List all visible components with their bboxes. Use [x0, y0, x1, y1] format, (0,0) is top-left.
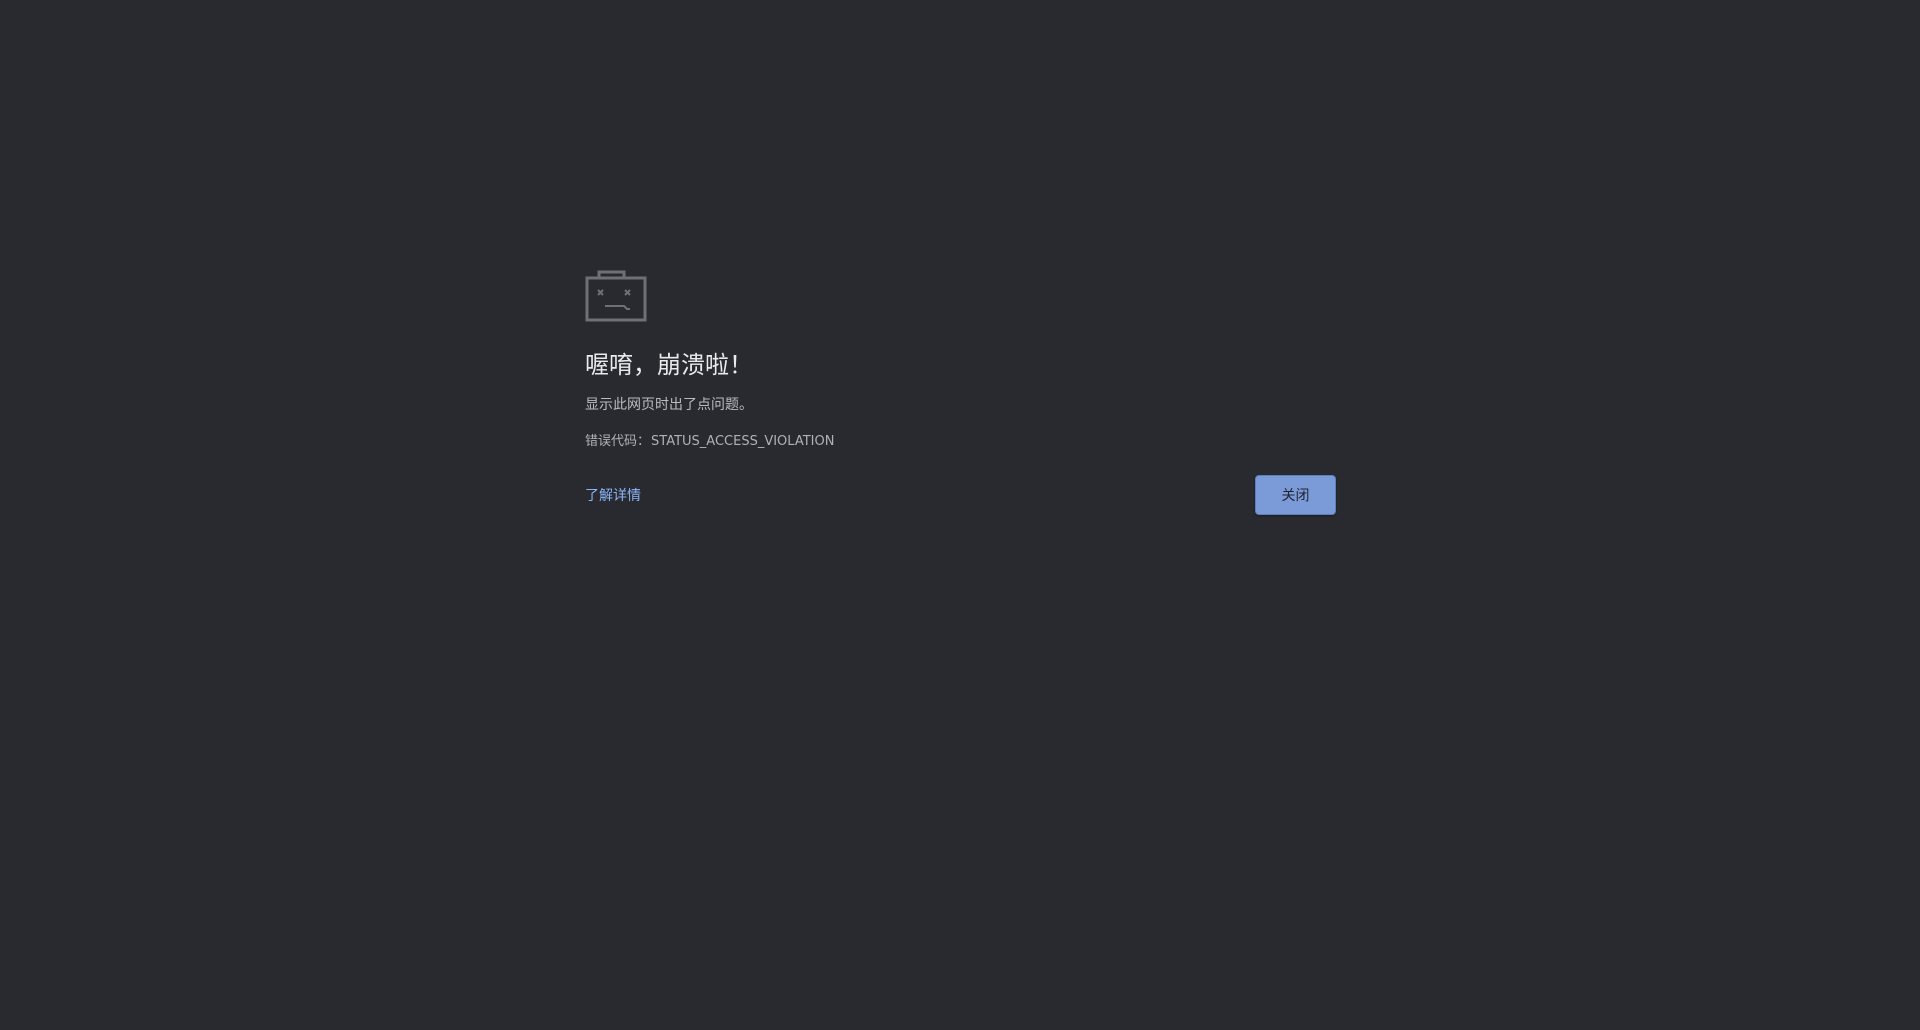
- error-code: 错误代码：STATUS_ACCESS_VIOLATION: [585, 433, 834, 451]
- error-code-value: STATUS_ACCESS_VIOLATION: [651, 434, 835, 449]
- crash-description: 显示此网页时出了点问题。: [585, 397, 753, 413]
- close-button[interactable]: 关闭: [1255, 475, 1336, 515]
- learn-more-link[interactable]: 了解详情: [585, 486, 641, 506]
- crash-message: 喔唷，崩溃啦！ 显示此网页时出了点问题。 错误代码：STATUS_ACCESS_…: [585, 270, 1336, 520]
- crash-title: 喔唷，崩溃啦！: [585, 351, 753, 379]
- sad-folder-icon: [585, 270, 647, 322]
- error-code-label: 错误代码：: [585, 434, 651, 449]
- browser-crash-page: 喔唷，崩溃啦！ 显示此网页时出了点问题。 错误代码：STATUS_ACCESS_…: [0, 0, 1920, 1030]
